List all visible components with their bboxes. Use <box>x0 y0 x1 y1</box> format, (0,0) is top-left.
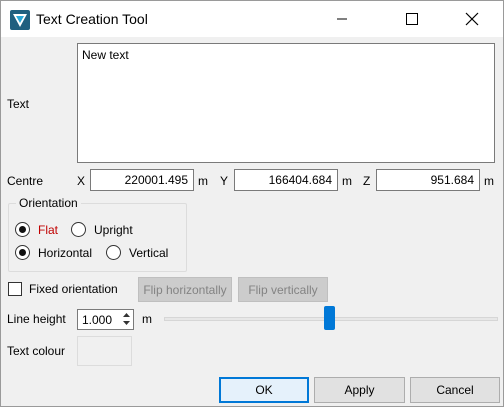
title-bar[interactable]: Text Creation Tool <box>1 1 503 37</box>
centre-y-field[interactable]: 166404.684 <box>234 169 338 191</box>
cancel-button[interactable]: Cancel <box>410 377 500 403</box>
text-creation-dialog: Text Creation Tool Text New text Centre … <box>0 0 504 407</box>
close-button[interactable] <box>449 1 495 37</box>
apply-button[interactable]: Apply <box>314 377 405 403</box>
centre-x-field[interactable]: 220001.495 <box>90 169 194 191</box>
centre-z-label: Z <box>363 174 371 188</box>
minimize-button[interactable] <box>319 1 365 37</box>
centre-z-unit: m <box>484 174 494 188</box>
maximize-icon <box>406 13 418 25</box>
maximize-button[interactable] <box>389 1 435 37</box>
line-height-slider-thumb[interactable] <box>324 306 335 330</box>
fixed-orientation-label[interactable]: Fixed orientation <box>29 282 118 296</box>
centre-x-unit: m <box>198 174 208 188</box>
orientation-group <box>8 203 187 272</box>
window-title: Text Creation Tool <box>36 11 148 27</box>
spin-up-icon[interactable] <box>120 311 132 319</box>
text-input[interactable]: New text <box>77 43 495 163</box>
vertical-radio[interactable] <box>106 245 121 260</box>
text-label: Text <box>7 97 30 111</box>
vertical-label[interactable]: Vertical <box>129 246 168 260</box>
horizontal-label[interactable]: Horizontal <box>38 246 92 260</box>
line-height-unit: m <box>142 312 152 326</box>
centre-x-label: X <box>77 174 86 188</box>
line-height-value: 1.000 <box>82 313 113 327</box>
text-colour-swatch[interactable] <box>77 336 132 366</box>
spin-arrows[interactable] <box>120 311 132 328</box>
flat-radio[interactable] <box>15 222 30 237</box>
text-colour-label: Text colour <box>7 344 66 358</box>
fixed-orientation-checkbox[interactable] <box>8 282 22 296</box>
close-icon <box>465 12 479 26</box>
minimize-icon <box>337 18 347 20</box>
ok-button[interactable]: OK <box>219 377 309 403</box>
upright-radio[interactable] <box>71 222 86 237</box>
horizontal-radio[interactable] <box>15 245 30 260</box>
spin-down-icon[interactable] <box>120 319 132 327</box>
centre-y-unit: m <box>342 174 352 188</box>
app-logo-icon <box>10 10 30 30</box>
flat-label[interactable]: Flat <box>38 223 58 237</box>
orientation-group-title: Orientation <box>16 196 81 210</box>
centre-y-label: Y <box>220 174 229 188</box>
line-height-spinbox[interactable]: 1.000 <box>77 309 134 330</box>
flip-vertically-button[interactable]: Flip vertically <box>238 277 328 302</box>
upright-label[interactable]: Upright <box>94 223 133 237</box>
line-height-label: Line height <box>7 312 66 326</box>
centre-label: Centre <box>7 174 44 188</box>
centre-z-field[interactable]: 951.684 <box>376 169 480 191</box>
flip-horizontally-button[interactable]: Flip horizontally <box>138 277 232 302</box>
